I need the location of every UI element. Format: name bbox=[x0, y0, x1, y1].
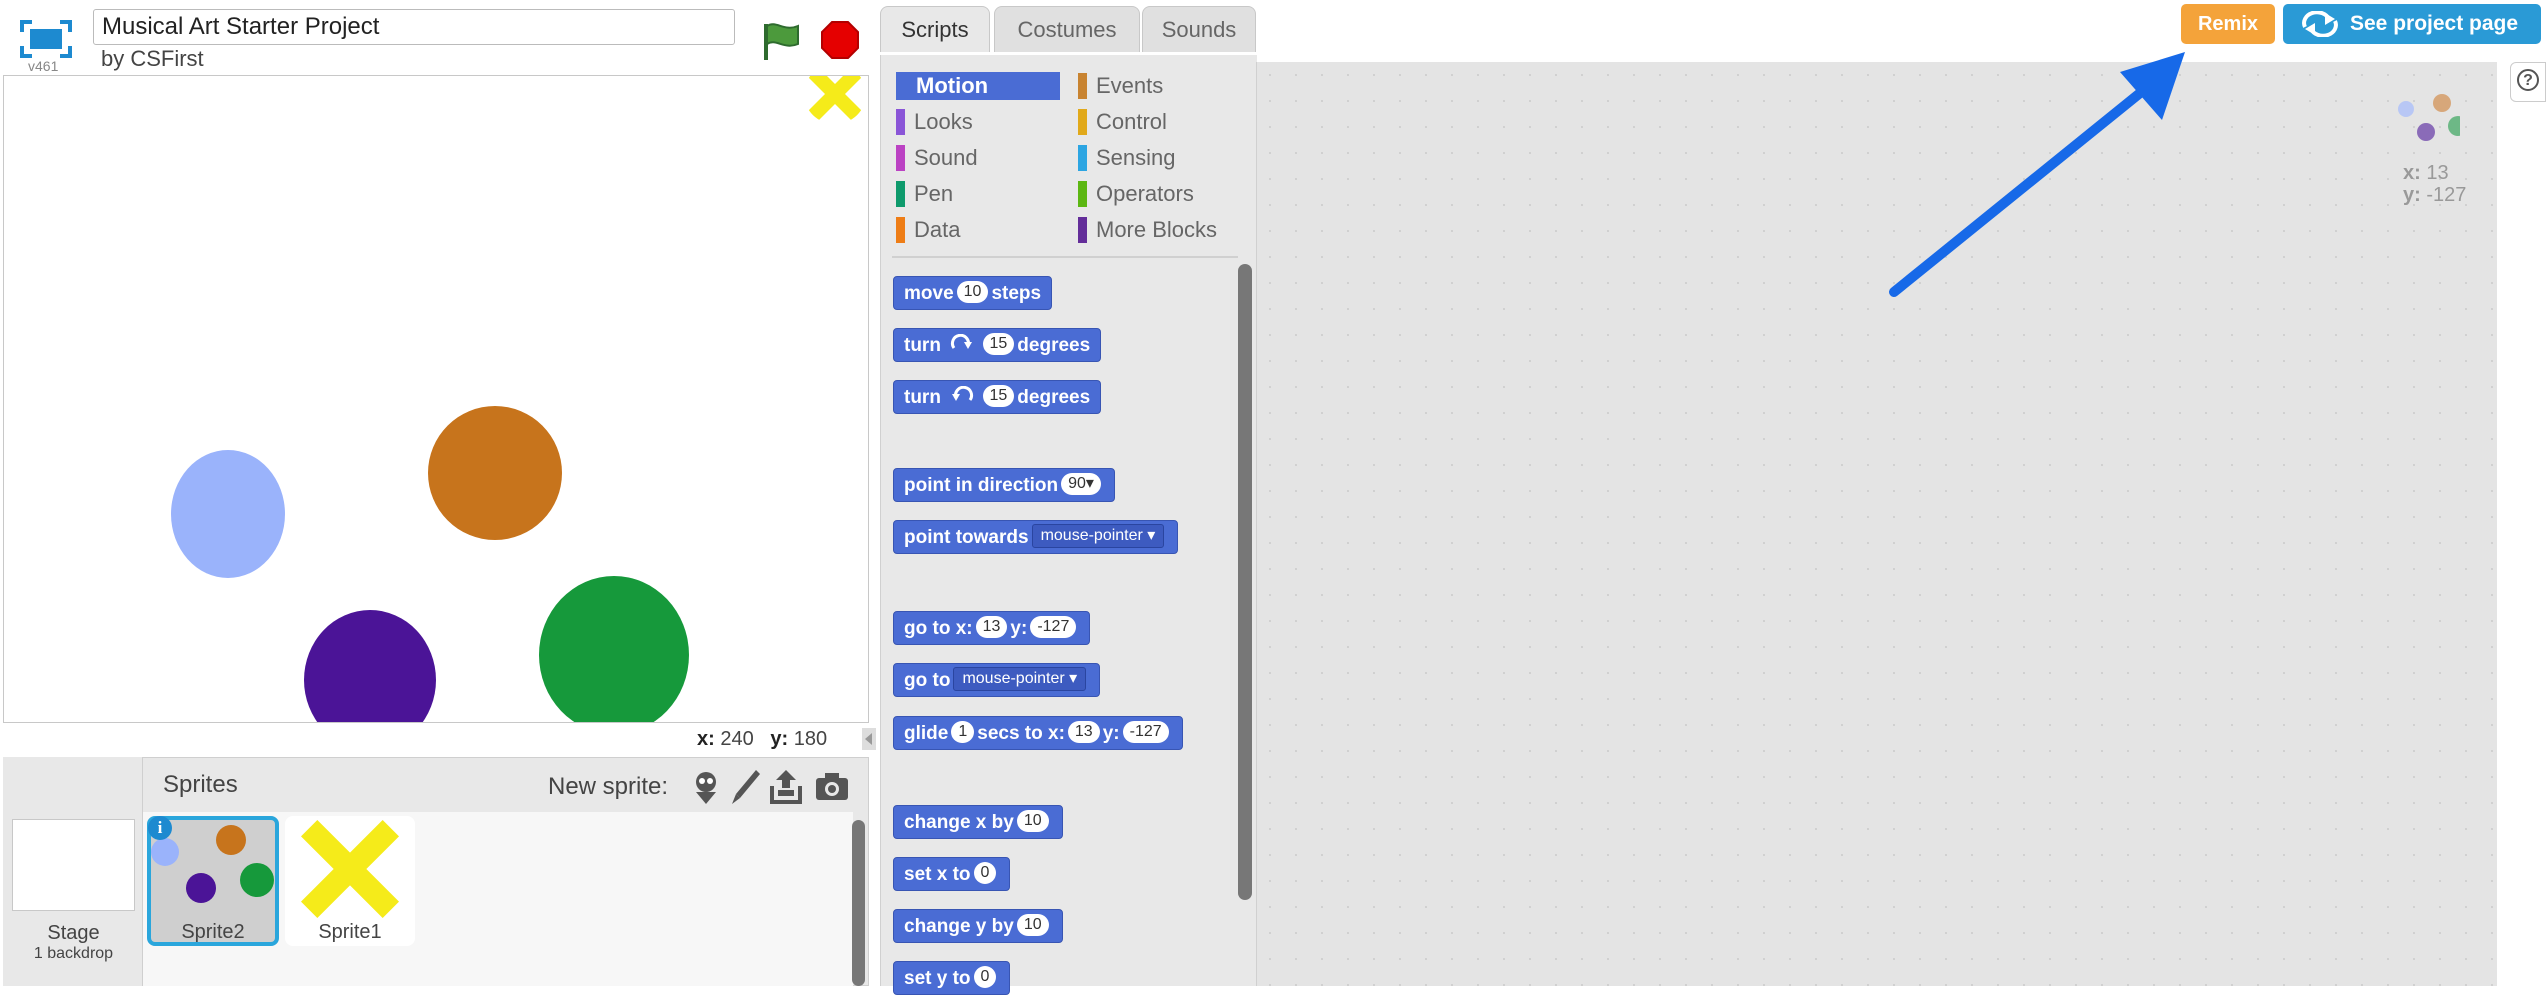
upload-sprite-icon[interactable] bbox=[768, 768, 804, 806]
light-blue-circle bbox=[171, 450, 285, 578]
category-events[interactable]: Events bbox=[1078, 72, 1248, 100]
palette-scrollbar[interactable] bbox=[1238, 264, 1252, 900]
see-project-page-button[interactable]: See project page bbox=[2283, 4, 2541, 44]
tab-sounds[interactable]: Sounds bbox=[1142, 6, 1256, 52]
palette-divider bbox=[892, 256, 1238, 258]
block-glide[interactable]: glide 1 secs to x: 13 y: -127 bbox=[893, 716, 1183, 750]
category-motion[interactable]: Motion bbox=[896, 72, 1060, 100]
sprite-list-scrollbar[interactable] bbox=[852, 820, 865, 986]
purple-circle bbox=[304, 610, 436, 722]
current-sprite-preview bbox=[2398, 94, 2460, 141]
new-sprite-label: New sprite: bbox=[548, 773, 669, 800]
category-looks[interactable]: Looks bbox=[896, 108, 1060, 136]
block-point-towards[interactable]: point towards mouse-pointer ▾ bbox=[893, 520, 1179, 554]
project-author: by CSFirst bbox=[101, 46, 204, 71]
category-control[interactable]: Control bbox=[1078, 108, 1248, 136]
block-set-y[interactable]: set y to 0 bbox=[893, 961, 1011, 995]
help-icon[interactable]: ? bbox=[2517, 69, 2539, 91]
sprite1-thumbnail bbox=[301, 820, 399, 918]
block-set-x[interactable]: set x to 0 bbox=[893, 857, 1011, 891]
block-go-to-xy[interactable]: go to x: 13 y: -127 bbox=[893, 611, 1091, 645]
choose-sprite-from-library-icon[interactable] bbox=[688, 768, 724, 806]
stage-canvas[interactable] bbox=[3, 75, 869, 723]
version-label: v461 bbox=[28, 58, 59, 74]
tab-scripts[interactable]: Scripts bbox=[880, 6, 990, 52]
tab-costumes[interactable]: Costumes bbox=[994, 6, 1140, 52]
block-go-to[interactable]: go to mouse-pointer ▾ bbox=[893, 663, 1101, 697]
category-sensing[interactable]: Sensing bbox=[1078, 144, 1248, 172]
sprites-title: Sprites bbox=[163, 771, 238, 798]
category-data[interactable]: Data bbox=[896, 216, 1060, 244]
stage-thumbnail[interactable] bbox=[12, 819, 135, 911]
sprite1-x-shape bbox=[805, 76, 865, 124]
remix-button[interactable]: Remix bbox=[2181, 4, 2275, 44]
green-circle bbox=[539, 576, 689, 722]
rotate-left-icon bbox=[952, 385, 974, 401]
collapse-left-icon[interactable] bbox=[862, 728, 876, 750]
block-change-x[interactable]: change x by 10 bbox=[893, 805, 1063, 839]
block-turn-left[interactable]: turn 15 degrees bbox=[893, 380, 1102, 414]
category-operators[interactable]: Operators bbox=[1078, 180, 1248, 208]
block-turn-right[interactable]: turn 15 degrees bbox=[893, 328, 1102, 362]
script-area[interactable] bbox=[1256, 62, 2497, 986]
rotate-right-icon bbox=[951, 333, 973, 349]
stop-icon[interactable] bbox=[820, 20, 860, 60]
paint-new-sprite-icon[interactable] bbox=[728, 768, 764, 806]
category-sound[interactable]: Sound bbox=[896, 144, 1060, 172]
annotation-arrow bbox=[1889, 52, 2185, 297]
block-change-y[interactable]: change y by 10 bbox=[893, 909, 1063, 943]
stage-label: Stage bbox=[47, 922, 100, 944]
project-title-input[interactable]: Musical Art Starter Project bbox=[93, 9, 735, 45]
category-pen[interactable]: Pen bbox=[896, 180, 1060, 208]
sprite-info-icon[interactable]: i bbox=[148, 816, 172, 840]
script-area-edge bbox=[2498, 62, 2510, 986]
block-point-in-direction[interactable]: point in direction 90▾ bbox=[893, 468, 1115, 502]
sprite-coordinates: x: 13 y: -127 bbox=[2403, 162, 2467, 206]
backdrop-count: 1 backdrop bbox=[33, 945, 114, 962]
sprite-name: Sprite2 bbox=[181, 921, 245, 943]
green-flag-icon[interactable] bbox=[760, 20, 802, 62]
stage-coordinates: x: 240 y: 180 bbox=[697, 728, 828, 750]
camera-icon[interactable] bbox=[814, 768, 850, 806]
fullscreen-icon[interactable] bbox=[18, 18, 74, 60]
sprite-name: Sprite1 bbox=[318, 921, 382, 943]
swap-arrows-icon bbox=[2302, 11, 2338, 37]
category-more-blocks[interactable]: More Blocks bbox=[1078, 216, 1248, 244]
block-move-steps[interactable]: move 10 steps bbox=[893, 276, 1053, 310]
orange-circle bbox=[428, 406, 562, 540]
